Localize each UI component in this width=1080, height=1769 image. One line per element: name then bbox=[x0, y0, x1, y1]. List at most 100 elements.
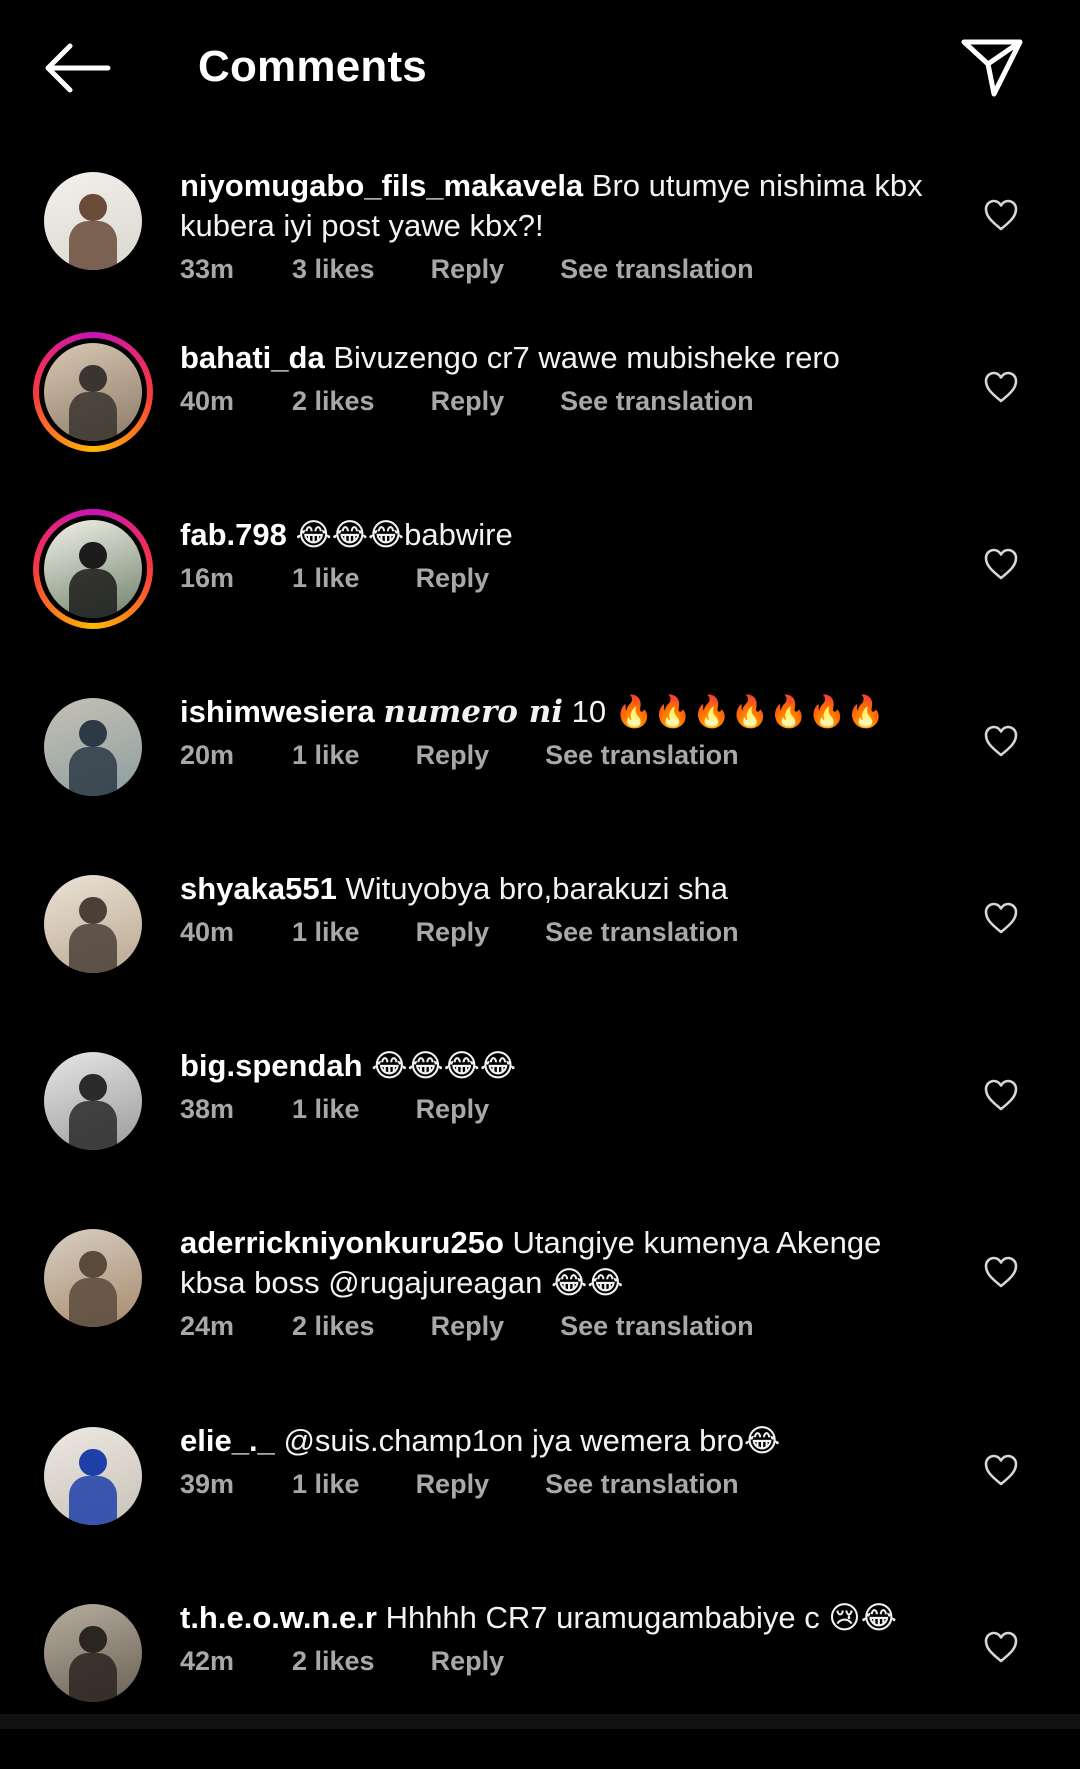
comment-text: elie_._ @suis.champ1on jya wemera bro😂 bbox=[180, 1421, 950, 1461]
comment-text: niyomugabo_fils_makavela Bro utumye nish… bbox=[180, 166, 950, 246]
avatar[interactable] bbox=[44, 1052, 142, 1150]
see-translation-link[interactable]: See translation bbox=[560, 254, 754, 285]
heart-icon bbox=[984, 1079, 1018, 1111]
avatar[interactable] bbox=[44, 698, 142, 796]
comment-item: shyaka551 Wituyobya bro,barakuzi sha 40m 1… bbox=[0, 863, 1080, 1040]
comment-time: 20m bbox=[180, 740, 235, 770]
like-button[interactable] bbox=[983, 1453, 1019, 1487]
like-button[interactable] bbox=[983, 198, 1019, 232]
see-translation-link[interactable]: See translation bbox=[545, 917, 739, 948]
comment-item: elie_._ @suis.champ1on jya wemera bro😂 39… bbox=[0, 1415, 1080, 1592]
comment-time: 40m bbox=[180, 917, 235, 947]
comment-time: 39m bbox=[180, 1469, 235, 1499]
comment-text: bahati_da Bivuzengo cr7 wawe mubisheke r… bbox=[180, 338, 950, 378]
like-button[interactable] bbox=[983, 1630, 1019, 1664]
avatar[interactable] bbox=[44, 1427, 142, 1525]
comment-body: 10 🔥🔥🔥🔥🔥🔥🔥 bbox=[563, 694, 885, 729]
reply-button[interactable]: Reply bbox=[416, 1469, 490, 1500]
likes-count[interactable]: 2 likes bbox=[292, 386, 375, 417]
comment-username[interactable]: shyaka551 bbox=[180, 871, 337, 906]
see-translation-link[interactable]: See translation bbox=[545, 740, 739, 771]
comment-meta: 20m 1 like Reply See translation bbox=[180, 740, 950, 771]
comment-body: Bivuzengo cr7 wawe mubisheke rero bbox=[333, 340, 840, 375]
comment-text: t.h.e.o.w.n.e.r Hhhhh CR7 uramugambabiye… bbox=[180, 1598, 950, 1638]
comment-item: niyomugabo_fils_makavela Bro utumye nish… bbox=[0, 160, 1080, 337]
comment-body: 😂😂😂😂 bbox=[371, 1048, 517, 1083]
reply-button[interactable]: Reply bbox=[416, 563, 490, 594]
comment-meta: 16m 1 like Reply bbox=[180, 563, 950, 594]
likes-count[interactable]: 1 like bbox=[292, 740, 360, 771]
like-button[interactable] bbox=[983, 370, 1019, 404]
page-title: Comments bbox=[198, 42, 427, 91]
reply-button[interactable]: Reply bbox=[431, 1646, 505, 1677]
reply-button[interactable]: Reply bbox=[416, 917, 490, 948]
avatar[interactable] bbox=[44, 172, 142, 270]
heart-icon bbox=[984, 199, 1018, 231]
likes-count[interactable]: 3 likes bbox=[292, 254, 375, 285]
comment-username[interactable]: niyomugabo_fils_makavela bbox=[180, 168, 583, 203]
reply-button[interactable]: Reply bbox=[431, 254, 505, 285]
heart-icon bbox=[984, 371, 1018, 403]
comment-text: shyaka551 Wituyobya bro,barakuzi sha bbox=[180, 869, 950, 909]
comment-item: big.spendah 😂😂😂😂 38m 1 like Reply bbox=[0, 1040, 1080, 1217]
see-translation-link[interactable]: See translation bbox=[545, 1469, 739, 1500]
likes-count[interactable]: 1 like bbox=[292, 563, 360, 594]
comment-meta: 42m 2 likes Reply bbox=[180, 1646, 950, 1677]
comment-username[interactable]: fab.798 bbox=[180, 517, 287, 552]
avatar[interactable] bbox=[44, 1604, 142, 1702]
comment-text: fab.798 😂😂😂babwire bbox=[180, 515, 950, 555]
heart-icon bbox=[984, 1631, 1018, 1663]
comment-username[interactable]: aderrickniyonkuru25o bbox=[180, 1225, 504, 1260]
likes-count[interactable]: 1 like bbox=[292, 1094, 360, 1125]
heart-icon bbox=[984, 725, 1018, 757]
comment-item: bahati_da Bivuzengo cr7 wawe mubisheke r… bbox=[0, 332, 1080, 509]
top-bar: Comments bbox=[0, 0, 1080, 140]
arrow-left-icon bbox=[45, 43, 111, 93]
comment-text: ishimwesiera numero ni 10 🔥🔥🔥🔥🔥🔥🔥 bbox=[180, 692, 950, 732]
comment-time: 24m bbox=[180, 1311, 235, 1341]
bottom-edge bbox=[0, 1714, 1080, 1729]
comment-username[interactable]: big.spendah bbox=[180, 1048, 363, 1083]
comment-time: 38m bbox=[180, 1094, 235, 1124]
heart-icon bbox=[984, 1454, 1018, 1486]
see-translation-link[interactable]: See translation bbox=[560, 1311, 754, 1342]
comment-time: 33m bbox=[180, 254, 235, 284]
like-button[interactable] bbox=[983, 1078, 1019, 1112]
avatar[interactable] bbox=[33, 509, 153, 629]
likes-count[interactable]: 1 like bbox=[292, 917, 360, 948]
share-button[interactable] bbox=[958, 34, 1026, 102]
comment-item: fab.798 😂😂😂babwire 16m 1 like Reply bbox=[0, 509, 1080, 686]
comment-body: Hhhhh CR7 uramugambabiye c 😢😂 bbox=[385, 1600, 897, 1635]
reply-button[interactable]: Reply bbox=[416, 1094, 490, 1125]
likes-count[interactable]: 2 likes bbox=[292, 1646, 375, 1677]
like-button[interactable] bbox=[983, 901, 1019, 935]
like-button[interactable] bbox=[983, 1255, 1019, 1289]
comment-meta: 40m 1 like Reply See translation bbox=[180, 917, 950, 948]
send-paper-plane-icon bbox=[961, 39, 1023, 97]
comment-meta: 38m 1 like Reply bbox=[180, 1094, 950, 1125]
likes-count[interactable]: 1 like bbox=[292, 1469, 360, 1500]
comment-meta: 40m 2 likes Reply See translation bbox=[180, 386, 950, 417]
reply-button[interactable]: Reply bbox=[416, 740, 490, 771]
likes-count[interactable]: 2 likes bbox=[292, 1311, 375, 1342]
reply-button[interactable]: Reply bbox=[431, 386, 505, 417]
comment-username[interactable]: ishimwesiera bbox=[180, 694, 375, 729]
comment-body: @suis.champ1on jya wemera bro😂 bbox=[283, 1423, 781, 1458]
heart-icon bbox=[984, 1256, 1018, 1288]
comment-username[interactable]: elie_._ bbox=[180, 1423, 275, 1458]
avatar[interactable] bbox=[33, 332, 153, 452]
comment-item: aderrickniyonkuru25o Utangiye kumenya Ak… bbox=[0, 1217, 1080, 1394]
see-translation-link[interactable]: See translation bbox=[560, 386, 754, 417]
comment-username[interactable]: bahati_da bbox=[180, 340, 325, 375]
back-button[interactable] bbox=[40, 40, 112, 96]
comment-time: 40m bbox=[180, 386, 235, 416]
reply-button[interactable]: Reply bbox=[431, 1311, 505, 1342]
avatar[interactable] bbox=[44, 875, 142, 973]
comment-item: ishimwesiera numero ni 10 🔥🔥🔥🔥🔥🔥🔥 20m 1 li… bbox=[0, 686, 1080, 863]
comment-body: Wituyobya bro,barakuzi sha bbox=[345, 871, 729, 906]
heart-icon bbox=[984, 902, 1018, 934]
like-button[interactable] bbox=[983, 547, 1019, 581]
comment-username[interactable]: t.h.e.o.w.n.e.r bbox=[180, 1600, 377, 1635]
like-button[interactable] bbox=[983, 724, 1019, 758]
avatar[interactable] bbox=[44, 1229, 142, 1327]
